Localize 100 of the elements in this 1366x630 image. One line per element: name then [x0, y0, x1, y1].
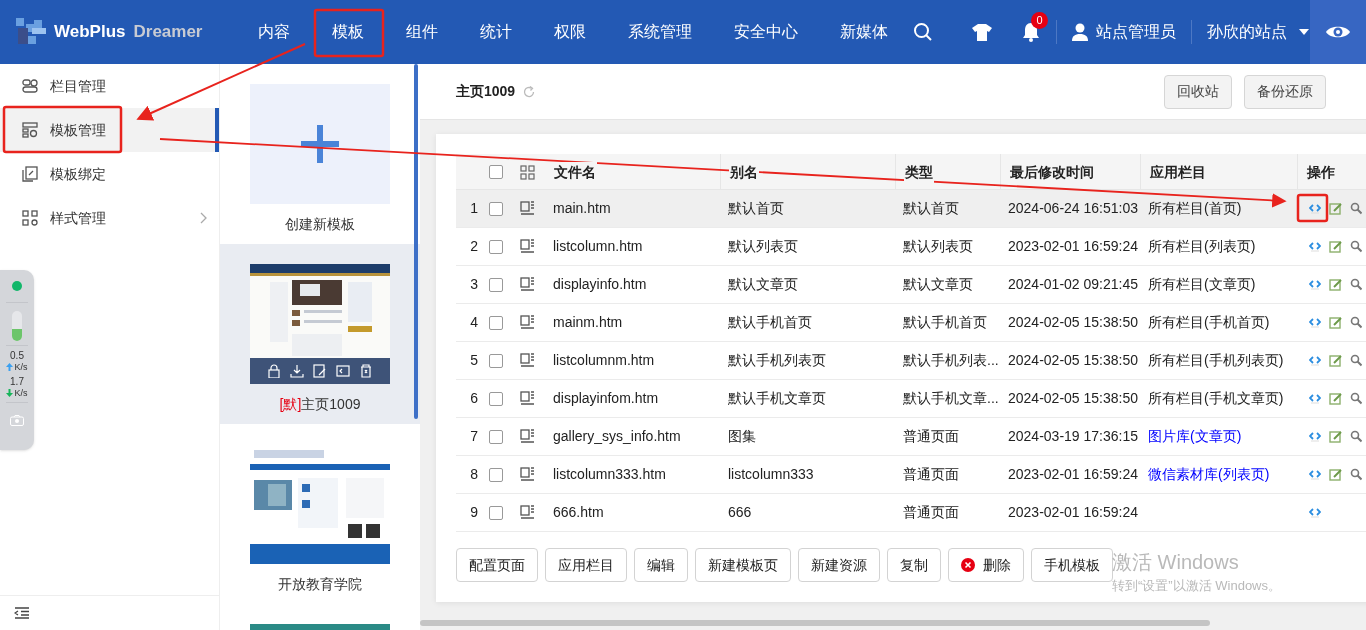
checkbox[interactable] — [489, 505, 503, 520]
code-icon[interactable] — [1309, 355, 1321, 366]
edit-icon[interactable] — [1329, 392, 1342, 405]
action-button[interactable]: 新建资源 — [798, 548, 880, 582]
table-row[interactable]: 1 main.htm 默认首页 默认首页 2024-06-24 16:51:03 所有栏目(首页) — [456, 190, 1366, 228]
code-icon[interactable] — [1309, 393, 1321, 404]
code-window-icon[interactable] — [336, 364, 351, 378]
row-number: 4 — [469, 313, 479, 332]
toolbar-button[interactable]: 备份还原 — [1244, 74, 1326, 109]
edit-icon[interactable] — [1329, 278, 1342, 291]
row-number: 6 — [469, 389, 479, 408]
rate-value: 1.7 — [10, 376, 24, 388]
caret-icon — [1299, 29, 1309, 35]
action-button[interactable]: 配置页面 — [456, 548, 538, 582]
table-cell-text: listcolumnm.htm — [552, 351, 656, 370]
magnifier-icon[interactable] — [1350, 468, 1362, 481]
table-cell-text: 普通页面 — [902, 427, 960, 446]
document-link-icon — [22, 166, 38, 182]
scrollbar-thumb[interactable] — [420, 620, 1210, 626]
bell-icon[interactable] — [1022, 22, 1040, 42]
action-button[interactable]: 删除 — [948, 548, 1024, 582]
scrollbar-thumb[interactable] — [414, 64, 418, 419]
magnifier-icon[interactable] — [1350, 202, 1362, 215]
edit-icon[interactable] — [1329, 430, 1342, 443]
edit-icon[interactable] — [1329, 468, 1342, 481]
lock-icon[interactable] — [266, 364, 281, 378]
nav-link[interactable]: 内容 — [237, 20, 311, 44]
template-card[interactable]: [默]主页1009 — [220, 244, 420, 424]
code-icon[interactable] — [1309, 279, 1321, 290]
action-button[interactable]: 复制 — [887, 548, 941, 582]
code-icon[interactable] — [1309, 469, 1321, 480]
refresh-icon[interactable] — [523, 85, 536, 98]
collapse-icon[interactable] — [14, 607, 30, 619]
code-icon[interactable] — [1309, 507, 1321, 518]
nav-link[interactable]: 安全中心 — [713, 20, 819, 44]
column-header: 文件名 — [553, 161, 597, 183]
page-layout-icon — [520, 277, 535, 292]
action-button[interactable]: 手机模板 — [1031, 548, 1113, 582]
highlight-frame — [1296, 193, 1329, 223]
checkbox[interactable] — [489, 277, 503, 292]
grid-icon — [520, 164, 535, 180]
nav-link[interactable]: 统计 — [459, 20, 533, 44]
activation-title: 激活 Windows — [1112, 550, 1240, 574]
code-icon[interactable] — [1309, 203, 1321, 214]
delete-icon — [961, 558, 975, 572]
code-icon[interactable] — [1309, 317, 1321, 328]
edit-icon[interactable] — [1329, 240, 1342, 253]
sidebar-item[interactable]: 模板管理 — [0, 108, 219, 152]
table-cell-text: 图片库(文章页) — [1147, 427, 1243, 446]
checkbox[interactable] — [489, 165, 503, 179]
checkbox[interactable] — [489, 239, 503, 254]
row-number: 3 — [469, 275, 479, 294]
action-button[interactable]: 编辑 — [634, 548, 688, 582]
table-cell-text: 2023-02-01 16:59:24 — [1007, 237, 1139, 256]
checkbox[interactable] — [489, 467, 503, 482]
edit-icon[interactable] — [312, 364, 327, 378]
rate-unit: K/s — [14, 388, 28, 398]
download-icon[interactable] — [289, 364, 304, 378]
search-icon[interactable] — [913, 22, 933, 42]
action-button[interactable]: 新建模板页 — [695, 548, 791, 582]
checkbox[interactable] — [489, 353, 503, 368]
magnifier-icon[interactable] — [1350, 430, 1362, 443]
magnifier-icon[interactable] — [1350, 392, 1362, 405]
toolbar-button[interactable]: 回收站 — [1164, 74, 1232, 109]
table-cell-text: 2024-02-05 15:38:50 — [1007, 351, 1139, 370]
nav-link[interactable]: 系统管理 — [607, 20, 713, 44]
checkbox[interactable] — [489, 429, 503, 444]
nav-link[interactable]: 模板 — [311, 20, 385, 44]
checkbox[interactable] — [489, 201, 503, 216]
page-layout-icon — [520, 391, 535, 406]
checkbox[interactable] — [489, 391, 503, 406]
create-template-label: 创建新模板 — [285, 215, 355, 234]
nav-link[interactable]: 权限 — [533, 20, 607, 44]
table-cell-text: 所有栏目(手机首页) — [1147, 313, 1271, 332]
magnifier-icon[interactable] — [1350, 278, 1362, 291]
edit-icon[interactable] — [1329, 354, 1342, 367]
edit-icon[interactable] — [1329, 316, 1342, 329]
magnifier-icon[interactable] — [1350, 316, 1362, 329]
trash-icon[interactable] — [359, 364, 374, 378]
template-name: 开放教育学院 — [278, 575, 362, 594]
magnifier-icon[interactable] — [1350, 240, 1362, 253]
nav-link[interactable]: 组件 — [385, 20, 459, 44]
table-cell-text: 默认手机首页 — [902, 313, 988, 332]
checkbox[interactable] — [489, 315, 503, 330]
plus-icon — [301, 125, 339, 163]
table-cell-text: 默认列表页 — [902, 237, 974, 256]
action-button[interactable]: 应用栏目 — [545, 548, 627, 582]
magnifier-icon[interactable] — [1350, 354, 1362, 367]
code-icon[interactable] — [1309, 431, 1321, 442]
create-template-button[interactable] — [250, 84, 390, 204]
user-name[interactable]: 站点管理员 — [1096, 20, 1176, 44]
preview-button[interactable] — [1310, 0, 1366, 64]
code-icon[interactable] — [1309, 241, 1321, 252]
table-cell-text: main.htm — [552, 199, 612, 218]
table-cell-text: 2024-01-02 09:21:45 — [1007, 275, 1139, 294]
page-layout-icon — [520, 239, 535, 254]
template-name: [默]主页1009 — [279, 395, 361, 414]
site-dropdown[interactable]: 孙欣的站点 — [1207, 20, 1309, 44]
shirt-icon[interactable] — [971, 23, 993, 41]
nav-link[interactable]: 新媒体 — [819, 20, 909, 44]
